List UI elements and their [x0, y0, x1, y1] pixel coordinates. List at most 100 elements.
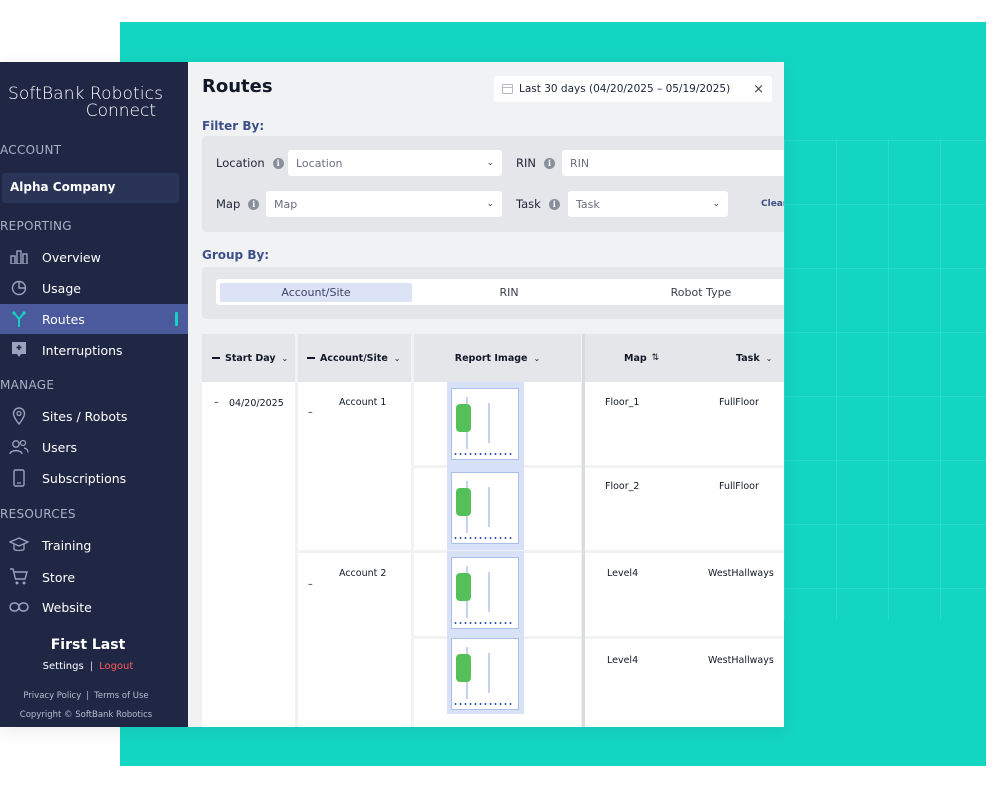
chevron-down-icon: ⌄ — [712, 199, 720, 209]
sidebar-item-users[interactable]: Users — [0, 432, 188, 462]
group-option-account-site[interactable]: Account/Site — [220, 283, 412, 302]
table-row — [584, 639, 784, 727]
report-map-thumbnail[interactable] — [447, 632, 524, 714]
task-value: FullFloor — [719, 397, 759, 408]
sidebar-item-label: Overview — [42, 249, 101, 265]
sidebar-item-store[interactable]: Store — [0, 562, 188, 592]
location-pin-icon — [8, 406, 30, 426]
sidebar-item-label: Users — [42, 439, 78, 455]
graduation-cap-icon — [8, 535, 30, 555]
info-icon[interactable]: i — [248, 198, 260, 210]
filter-heading: Filter By: — [202, 119, 265, 133]
map-value: Level4 — [607, 568, 639, 579]
collapse-icon[interactable]: – — [214, 397, 219, 408]
map-select-value: Map — [274, 197, 298, 211]
column-header-label: Task — [736, 352, 760, 364]
sidebar-item-interruptions[interactable]: Interruptions — [0, 335, 188, 365]
close-icon[interactable]: × — [753, 82, 764, 97]
copyright: Copyright © SoftBank Robotics — [19, 710, 153, 720]
separator: | — [89, 661, 94, 672]
map-value: Floor_1 — [605, 397, 640, 408]
task-value: FullFloor — [719, 481, 759, 492]
column-header-map[interactable]: Map ⇅ — [624, 353, 659, 364]
location-label-text: Location — [216, 156, 265, 170]
column-header-report-image[interactable]: Report Image ⌄ — [414, 334, 581, 382]
collapse-icon[interactable] — [307, 357, 315, 359]
main-content: Routes Last 30 days (04/20/2025 – 05/19/… — [188, 62, 784, 727]
section-heading-reporting: REPORTING — [0, 219, 72, 233]
info-icon[interactable]: i — [272, 157, 284, 169]
clear-filters-button[interactable]: Clear — [761, 199, 784, 209]
rin-input-value: RIN — [570, 156, 590, 170]
sidebar-item-label: Sites / Robots — [42, 408, 128, 424]
company-selector[interactable]: Alpha Company — [2, 173, 179, 203]
rin-label-text: RIN — [516, 156, 536, 170]
logout-link[interactable]: Logout — [99, 661, 133, 672]
group-option-rin[interactable]: RIN — [416, 283, 602, 302]
report-map-thumbnail[interactable] — [447, 382, 524, 466]
terms-of-use-link[interactable]: Terms of Use — [94, 691, 149, 701]
column-header-account-site[interactable]: Account/Site ⌄ — [298, 334, 411, 382]
sidebar-item-subscriptions[interactable]: Subscriptions — [0, 463, 188, 493]
date-range-picker[interactable]: Last 30 days (04/20/2025 – 05/19/2025) × — [494, 76, 772, 102]
bar-chart-icon — [8, 247, 30, 267]
sidebar-item-usage[interactable]: Usage — [0, 273, 188, 303]
start-day-value: 04/20/2025 — [229, 398, 284, 409]
task-value: WestHallways — [708, 568, 774, 579]
sidebar-item-website[interactable]: Website — [0, 592, 188, 622]
calendar-icon — [502, 84, 513, 94]
collapse-icon[interactable] — [212, 357, 220, 359]
section-heading-resources: RESOURCES — [0, 507, 76, 521]
page-title: Routes — [202, 76, 273, 97]
link-icon — [8, 597, 30, 617]
map-value: Level4 — [607, 655, 639, 666]
report-map-thumbnail[interactable] — [447, 551, 524, 635]
rin-input[interactable]: RIN — [562, 150, 784, 176]
column-header-task[interactable]: Task ⌄ — [736, 353, 772, 364]
group-by-segmented-control: Account/Site RIN Robot Type — [216, 279, 784, 305]
sidebar-item-label: Routes — [42, 311, 85, 327]
location-select[interactable]: Location ⌄ — [288, 150, 502, 176]
column-header-start-day[interactable]: Start Day ⌄ — [202, 334, 295, 382]
table-row — [584, 382, 784, 465]
report-map-thumbnail[interactable] — [447, 466, 524, 550]
info-icon[interactable]: i — [548, 198, 560, 210]
location-select-value: Location — [296, 156, 343, 170]
group-heading: Group By: — [202, 248, 270, 262]
info-icon[interactable]: i — [544, 157, 555, 169]
map-select[interactable]: Map ⌄ — [266, 191, 502, 217]
privacy-policy-link[interactable]: Privacy Policy — [23, 691, 81, 701]
users-icon — [8, 437, 30, 457]
map-filter-label: Map i — [216, 197, 260, 211]
app-window: SoftBank Robotics Connect ACCOUNT Alpha … — [0, 62, 784, 727]
chevron-down-icon: ⌄ — [765, 353, 773, 363]
sidebar-item-label: Store — [42, 569, 76, 585]
date-range-text: Last 30 days (04/20/2025 – 05/19/2025) — [519, 83, 731, 95]
sidebar-item-training[interactable]: Training — [0, 530, 188, 560]
column-header-label: Start Day — [225, 352, 276, 364]
map-value: Floor_2 — [605, 481, 640, 492]
column-header-label: Map — [624, 352, 647, 364]
collapse-icon[interactable]: – — [308, 579, 313, 590]
sort-icon: ⇅ — [651, 353, 660, 363]
sidebar-item-overview[interactable]: Overview — [0, 242, 188, 272]
account-name: Account 2 — [339, 568, 387, 579]
sidebar-item-label: Interruptions — [42, 342, 123, 358]
brand-logo[interactable]: SoftBank Robotics Connect — [8, 84, 163, 121]
sidebar-item-routes[interactable]: Routes — [0, 304, 188, 334]
chevron-down-icon: ⌄ — [486, 199, 494, 209]
account-cell — [298, 553, 411, 727]
task-select[interactable]: Task ⌄ — [568, 191, 728, 217]
interruption-icon — [8, 340, 30, 360]
settings-link[interactable]: Settings — [43, 661, 84, 672]
routes-icon — [8, 309, 30, 329]
sidebar-item-sites-robots[interactable]: Sites / Robots — [0, 401, 188, 431]
chevron-down-icon: ⌄ — [533, 353, 541, 363]
collapse-icon[interactable]: – — [308, 407, 313, 418]
legal-links: Privacy Policy | Terms of Use — [0, 691, 172, 701]
column-header-label: Report Image — [454, 352, 528, 364]
group-option-robot-type[interactable]: Robot Type — [606, 283, 784, 302]
filter-panel: Location i Location ⌄ RIN i RIN Map i Ma… — [202, 136, 784, 232]
account-name: Account 1 — [339, 397, 387, 408]
rin-filter-label: RIN i — [516, 156, 555, 170]
